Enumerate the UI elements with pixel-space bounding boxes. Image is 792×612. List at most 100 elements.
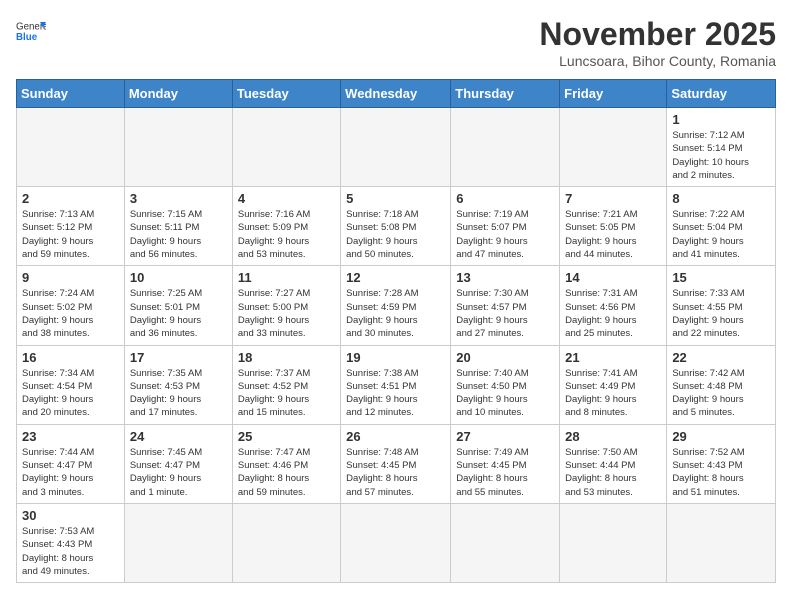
svg-text:Blue: Blue [16,32,38,43]
week-row-6: 30 Sunrise: 7:53 AM Sunset: 4:43 PM Dayli… [17,503,776,582]
day-number: 24 [130,429,227,444]
day-number: 9 [22,270,119,285]
day-number: 11 [238,270,335,285]
day-number: 6 [456,191,554,206]
generalblue-logo-icon: General Blue [16,16,46,46]
day-number: 13 [456,270,554,285]
day-info: Sunrise: 7:44 AM Sunset: 4:47 PM Dayligh… [22,446,119,499]
calendar-cell: 29Sunrise: 7:52 AM Sunset: 4:43 PM Dayli… [667,424,776,503]
weekday-header-thursday: Thursday [451,80,560,108]
calendar-cell: 2 Sunrise: 7:13 AM Sunset: 5:12 PM Daylig… [17,187,125,266]
day-number: 20 [456,350,554,365]
day-info: Sunrise: 7:24 AM Sunset: 5:02 PM Dayligh… [22,287,119,340]
calendar-cell: 3Sunrise: 7:15 AM Sunset: 5:11 PM Daylig… [124,187,232,266]
day-info: Sunrise: 7:53 AM Sunset: 4:43 PM Dayligh… [22,525,119,578]
week-row-3: 9 Sunrise: 7:24 AM Sunset: 5:02 PM Daylig… [17,266,776,345]
day-info: Sunrise: 7:16 AM Sunset: 5:09 PM Dayligh… [238,208,335,261]
day-info: Sunrise: 7:15 AM Sunset: 5:11 PM Dayligh… [130,208,227,261]
day-number: 28 [565,429,661,444]
calendar-cell: 4Sunrise: 7:16 AM Sunset: 5:09 PM Daylig… [232,187,340,266]
day-number: 10 [130,270,227,285]
day-number: 17 [130,350,227,365]
calendar-cell: 28 Sunrise: 7:50 AM Sunset: 4:44 PM Dayli… [560,424,667,503]
day-info: Sunrise: 7:34 AM Sunset: 4:54 PM Dayligh… [22,367,119,420]
day-info: Sunrise: 7:40 AM Sunset: 4:50 PM Dayligh… [456,367,554,420]
calendar-cell: 14 Sunrise: 7:31 AM Sunset: 4:56 PM Dayli… [560,266,667,345]
calendar-cell: 13 Sunrise: 7:30 AM Sunset: 4:57 PM Dayli… [451,266,560,345]
day-info: Sunrise: 7:12 AM Sunset: 5:14 PM Dayligh… [672,129,770,182]
weekday-header-wednesday: Wednesday [341,80,451,108]
day-info: Sunrise: 7:31 AM Sunset: 4:56 PM Dayligh… [565,287,661,340]
day-number: 15 [672,270,770,285]
day-info: Sunrise: 7:21 AM Sunset: 5:05 PM Dayligh… [565,208,661,261]
weekday-header-sunday: Sunday [17,80,125,108]
day-info: Sunrise: 7:13 AM Sunset: 5:12 PM Dayligh… [22,208,119,261]
day-number: 19 [346,350,445,365]
logo: General Blue [16,16,46,46]
day-info: Sunrise: 7:50 AM Sunset: 4:44 PM Dayligh… [565,446,661,499]
day-info: Sunrise: 7:33 AM Sunset: 4:55 PM Dayligh… [672,287,770,340]
calendar-cell [232,503,340,582]
month-title: November 2025 [539,16,776,53]
calendar-cell [232,108,340,187]
calendar-cell: 6 Sunrise: 7:19 AM Sunset: 5:07 PM Daylig… [451,187,560,266]
calendar-cell [341,503,451,582]
calendar-table: SundayMondayTuesdayWednesdayThursdayFrid… [16,79,776,583]
calendar-cell [124,503,232,582]
calendar-cell: 1Sunrise: 7:12 AM Sunset: 5:14 PM Daylig… [667,108,776,187]
day-info: Sunrise: 7:47 AM Sunset: 4:46 PM Dayligh… [238,446,335,499]
day-info: Sunrise: 7:18 AM Sunset: 5:08 PM Dayligh… [346,208,445,261]
day-number: 8 [672,191,770,206]
calendar-cell: 27 Sunrise: 7:49 AM Sunset: 4:45 PM Dayli… [451,424,560,503]
day-info: Sunrise: 7:30 AM Sunset: 4:57 PM Dayligh… [456,287,554,340]
calendar-cell [560,108,667,187]
day-number: 30 [22,508,119,523]
day-info: Sunrise: 7:42 AM Sunset: 4:48 PM Dayligh… [672,367,770,420]
calendar-cell: 30 Sunrise: 7:53 AM Sunset: 4:43 PM Dayli… [17,503,125,582]
week-row-5: 23 Sunrise: 7:44 AM Sunset: 4:47 PM Dayli… [17,424,776,503]
day-info: Sunrise: 7:41 AM Sunset: 4:49 PM Dayligh… [565,367,661,420]
location-subtitle: Luncsoara, Bihor County, Romania [539,53,776,69]
day-number: 23 [22,429,119,444]
calendar-cell [560,503,667,582]
calendar-cell: 16 Sunrise: 7:34 AM Sunset: 4:54 PM Dayli… [17,345,125,424]
calendar-cell: 9 Sunrise: 7:24 AM Sunset: 5:02 PM Daylig… [17,266,125,345]
day-number: 27 [456,429,554,444]
weekday-header-friday: Friday [560,80,667,108]
calendar-cell [341,108,451,187]
calendar-cell [17,108,125,187]
day-number: 2 [22,191,119,206]
day-number: 16 [22,350,119,365]
day-info: Sunrise: 7:49 AM Sunset: 4:45 PM Dayligh… [456,446,554,499]
day-number: 18 [238,350,335,365]
weekday-header-saturday: Saturday [667,80,776,108]
calendar-cell: 10Sunrise: 7:25 AM Sunset: 5:01 PM Dayli… [124,266,232,345]
weekday-header-row: SundayMondayTuesdayWednesdayThursdayFrid… [17,80,776,108]
calendar-cell: 7Sunrise: 7:21 AM Sunset: 5:05 PM Daylig… [560,187,667,266]
day-info: Sunrise: 7:52 AM Sunset: 4:43 PM Dayligh… [672,446,770,499]
day-info: Sunrise: 7:38 AM Sunset: 4:51 PM Dayligh… [346,367,445,420]
day-info: Sunrise: 7:45 AM Sunset: 4:47 PM Dayligh… [130,446,227,499]
calendar-cell: 17Sunrise: 7:35 AM Sunset: 4:53 PM Dayli… [124,345,232,424]
calendar-cell: 23 Sunrise: 7:44 AM Sunset: 4:47 PM Dayli… [17,424,125,503]
calendar-cell [451,503,560,582]
calendar-cell: 19 Sunrise: 7:38 AM Sunset: 4:51 PM Dayli… [341,345,451,424]
day-number: 21 [565,350,661,365]
calendar-cell: 8Sunrise: 7:22 AM Sunset: 5:04 PM Daylig… [667,187,776,266]
calendar-cell [667,503,776,582]
week-row-1: 1Sunrise: 7:12 AM Sunset: 5:14 PM Daylig… [17,108,776,187]
calendar-cell: 12Sunrise: 7:28 AM Sunset: 4:59 PM Dayli… [341,266,451,345]
day-number: 26 [346,429,445,444]
day-number: 22 [672,350,770,365]
calendar-cell [451,108,560,187]
day-info: Sunrise: 7:48 AM Sunset: 4:45 PM Dayligh… [346,446,445,499]
weekday-header-monday: Monday [124,80,232,108]
page-header: General Blue November 2025 Luncsoara, Bi… [16,16,776,69]
week-row-2: 2 Sunrise: 7:13 AM Sunset: 5:12 PM Daylig… [17,187,776,266]
day-info: Sunrise: 7:19 AM Sunset: 5:07 PM Dayligh… [456,208,554,261]
day-number: 25 [238,429,335,444]
week-row-4: 16 Sunrise: 7:34 AM Sunset: 4:54 PM Dayli… [17,345,776,424]
day-info: Sunrise: 7:27 AM Sunset: 5:00 PM Dayligh… [238,287,335,340]
day-number: 14 [565,270,661,285]
calendar-cell: 22 Sunrise: 7:42 AM Sunset: 4:48 PM Dayli… [667,345,776,424]
